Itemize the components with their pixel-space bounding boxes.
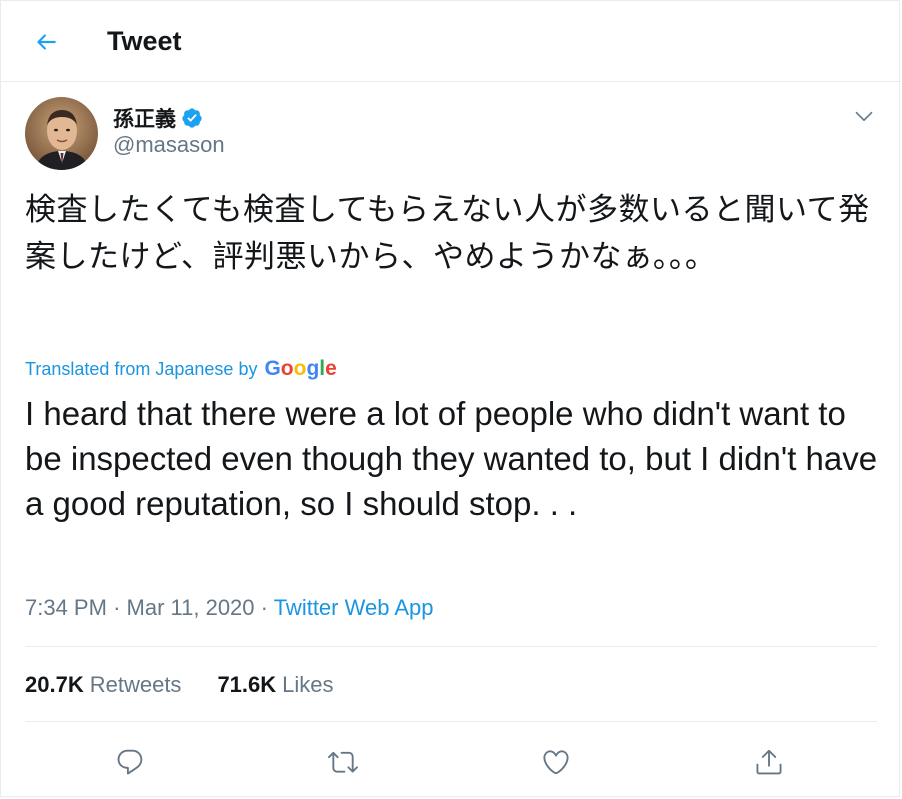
username[interactable]: @masason bbox=[113, 132, 225, 158]
retweets-stat[interactable]: 20.7K Retweets bbox=[25, 672, 181, 698]
tweet-stats: 20.7K Retweets 71.6K Likes bbox=[25, 669, 370, 701]
display-name[interactable]: 孫正義 bbox=[113, 103, 176, 133]
retweet-button[interactable] bbox=[323, 742, 363, 782]
translated-text: I heard that there were a lot of people … bbox=[25, 395, 878, 522]
reply-button[interactable] bbox=[110, 742, 150, 782]
tweet-date[interactable]: Mar 11, 2020 bbox=[127, 595, 255, 620]
translated-from-link[interactable]: Translated from Japanese by bbox=[25, 359, 257, 380]
retweets-count: 20.7K bbox=[25, 672, 84, 697]
meta-separator: · bbox=[260, 595, 274, 620]
retweet-icon bbox=[328, 747, 358, 777]
chevron-down-icon bbox=[854, 106, 874, 126]
meta-separator: · bbox=[113, 595, 127, 620]
author-name-row: 孫正義 bbox=[113, 103, 203, 133]
tweet-source-link[interactable]: Twitter Web App bbox=[274, 595, 434, 620]
reply-icon bbox=[115, 747, 145, 777]
google-logo: Google bbox=[264, 357, 337, 380]
translation-attribution: Translated from Japanese by Google bbox=[25, 355, 337, 383]
tweet-time[interactable]: 7:34 PM bbox=[25, 595, 107, 620]
arrow-left-icon bbox=[33, 29, 59, 55]
avatar[interactable] bbox=[25, 97, 98, 170]
more-options-button[interactable] bbox=[847, 99, 881, 133]
like-button[interactable] bbox=[536, 742, 576, 782]
like-icon bbox=[541, 747, 571, 777]
likes-label: Likes bbox=[282, 672, 334, 697]
verified-badge-icon bbox=[181, 107, 203, 129]
share-icon bbox=[754, 747, 784, 777]
divider bbox=[25, 721, 877, 722]
divider bbox=[25, 646, 877, 647]
retweets-label: Retweets bbox=[89, 672, 182, 697]
back-button[interactable] bbox=[23, 19, 69, 65]
action-bar bbox=[1, 736, 901, 784]
tweet-text: 検査したくても検査してもらえない人が多数いると聞いて発案したけど、評判悪いから、… bbox=[25, 192, 870, 275]
tweet-meta: 7:34 PM · Mar 11, 2020 · Twitter Web App bbox=[25, 592, 433, 624]
page-header: Tweet bbox=[1, 1, 901, 82]
likes-stat[interactable]: 71.6K Likes bbox=[217, 672, 333, 698]
likes-count: 71.6K bbox=[217, 672, 277, 697]
tweet-page: Tweet 孫正義 @masason 検査したくても検査してもらえない人が多数い… bbox=[0, 0, 901, 797]
share-button[interactable] bbox=[749, 742, 789, 782]
page-title: Tweet bbox=[107, 26, 182, 56]
